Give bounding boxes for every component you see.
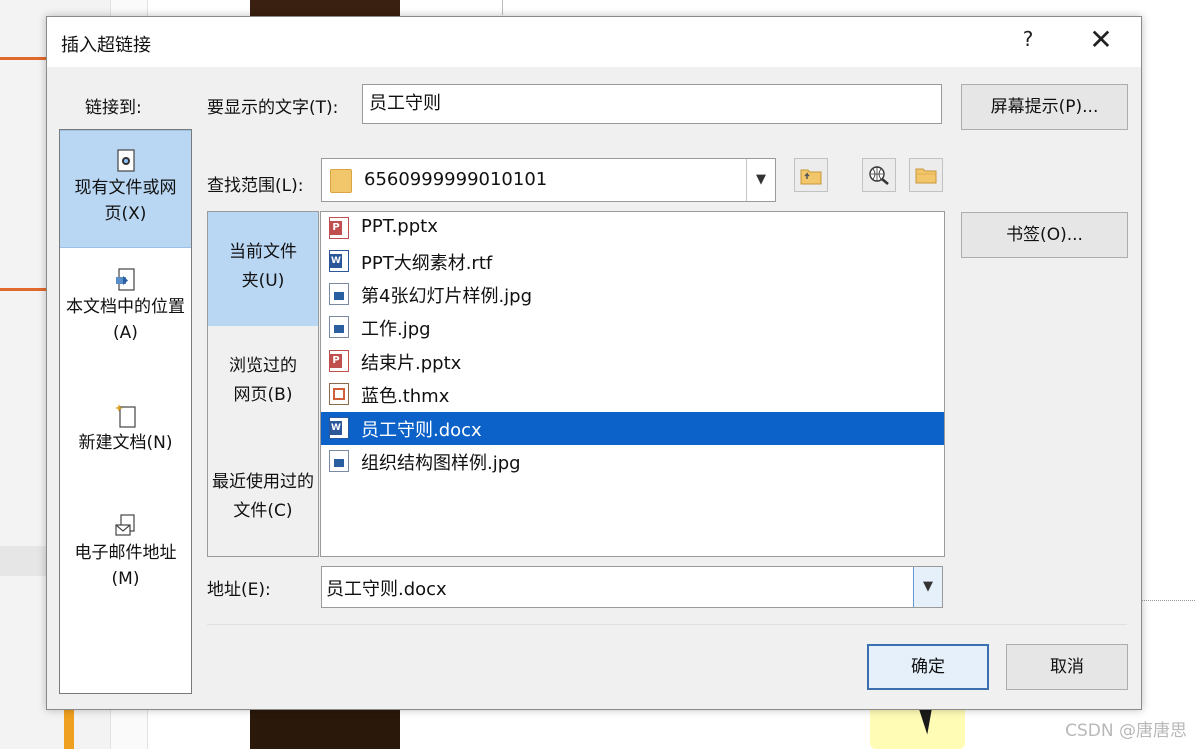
dialog-title: 插入超链接: [61, 35, 151, 56]
link-to-place-in-document[interactable]: 本文档中的位置(A): [60, 268, 191, 346]
file-item[interactable]: 组织结构图样例.jpg: [321, 445, 944, 478]
email-icon: [114, 514, 135, 536]
open-folder-icon: [915, 168, 937, 184]
existing-file-icon: [116, 149, 135, 172]
link-to-existing-file-label: 现有文件或网页(X): [74, 178, 177, 224]
new-document-icon: [114, 404, 136, 428]
word-file-icon: [329, 250, 349, 272]
image-file-icon: [329, 283, 349, 305]
file-name: PPT大纲素材.rtf: [361, 253, 493, 274]
cancel-button[interactable]: 取消: [1006, 644, 1128, 690]
file-name: PPT.pptx: [361, 216, 438, 237]
file-name: 结束片.pptx: [361, 353, 462, 374]
image-file-icon: [329, 450, 349, 472]
place-in-document-icon: [115, 268, 135, 291]
chevron-down-icon[interactable]: ▼: [746, 159, 775, 201]
image-file-icon: [329, 316, 349, 338]
address-dropdown[interactable]: 员工守则.docx ▼: [321, 566, 943, 608]
display-text-label: 要显示的文字(T):: [207, 98, 339, 118]
link-to-email[interactable]: 电子邮件地址(M): [60, 514, 191, 592]
file-item[interactable]: 工作.jpg: [321, 311, 944, 344]
look-in-label: 查找范围(L):: [207, 176, 304, 196]
slide-accent-line: [0, 288, 48, 291]
powerpoint-file-icon: [329, 217, 349, 239]
up-folder-button[interactable]: [794, 158, 828, 192]
file-name: 蓝色.thmx: [361, 386, 450, 407]
places-bar: 当前文件夹(U) 浏览过的网页(B) 最近使用过的文件(C): [207, 211, 319, 557]
word-file-icon: [329, 417, 349, 439]
place-current-folder-label: 当前文件夹(U): [229, 242, 297, 291]
up-folder-icon: [800, 169, 822, 185]
separator: [207, 624, 1127, 625]
file-item[interactable]: 蓝色.thmx: [321, 378, 944, 411]
file-item[interactable]: 第4张幻灯片样例.jpg: [321, 278, 944, 311]
link-to-new-document-label: 新建文档(N): [78, 433, 173, 453]
close-button[interactable]: ✕: [1087, 23, 1115, 57]
slide-thumbnail: [0, 546, 48, 576]
powerpoint-file-icon: [329, 350, 349, 372]
link-to-label: 链接到:: [85, 98, 142, 118]
file-name: 员工守则.docx: [361, 420, 482, 441]
look-in-dropdown[interactable]: 6560999999010101 ▼: [321, 158, 776, 202]
watermark: CSDN @唐唐思: [1065, 721, 1187, 741]
insert-hyperlink-dialog: 插入超链接 ? ✕ 链接到: 现有文件或网页(X) 本文档中的位置(A) 新建文…: [46, 16, 1142, 710]
slide-shape: [250, 705, 400, 749]
slide-guide: [502, 0, 503, 15]
file-item[interactable]: PPT.pptx: [321, 212, 944, 245]
link-to-existing-file[interactable]: 现有文件或网页(X): [60, 130, 191, 248]
chevron-down-icon[interactable]: ▼: [913, 567, 942, 607]
place-current-folder[interactable]: 当前文件夹(U): [208, 212, 318, 326]
browse-web-button[interactable]: [862, 158, 896, 192]
place-recent-files[interactable]: 最近使用过的文件(C): [208, 468, 318, 526]
help-button[interactable]: ?: [1017, 27, 1039, 55]
display-text-input[interactable]: 员工守则: [362, 84, 942, 124]
slide-accent-line: [0, 57, 48, 60]
link-to-email-label: 电子邮件地址(M): [74, 543, 177, 589]
bookmark-button[interactable]: 书签(O)...: [961, 212, 1128, 258]
browse-web-icon: [869, 166, 889, 185]
place-browsed-pages-label: 浏览过的网页(B): [229, 356, 297, 405]
file-item[interactable]: 结束片.pptx: [321, 345, 944, 378]
ok-button[interactable]: 确定: [867, 644, 989, 690]
folder-icon: [330, 169, 352, 193]
file-list[interactable]: PPT.pptx PPT大纲素材.rtf 第4张幻灯片样例.jpg 工作.jpg…: [320, 211, 945, 557]
screentip-button[interactable]: 屏幕提示(P)...: [961, 84, 1128, 130]
slide-shape: [64, 705, 74, 749]
slide-placeholder-border: [1140, 600, 1195, 601]
place-browsed-pages[interactable]: 浏览过的网页(B): [208, 352, 318, 410]
title-bar: 插入超链接 ? ✕: [47, 17, 1141, 67]
link-to-new-document[interactable]: 新建文档(N): [60, 404, 191, 456]
theme-file-icon: [329, 383, 349, 405]
place-recent-files-label: 最近使用过的文件(C): [212, 472, 314, 521]
link-to-panel: 现有文件或网页(X) 本文档中的位置(A) 新建文档(N) 电子邮件地址(M): [59, 129, 192, 694]
browse-file-button[interactable]: [909, 158, 943, 192]
file-name: 第4张幻灯片样例.jpg: [361, 286, 533, 307]
address-value: 员工守则.docx: [326, 579, 447, 600]
file-item-selected[interactable]: 员工守则.docx: [321, 412, 944, 445]
address-label: 地址(E):: [207, 580, 271, 600]
look-in-value: 6560999999010101: [364, 169, 548, 190]
file-name: 组织结构图样例.jpg: [361, 453, 521, 474]
file-name: 工作.jpg: [361, 319, 431, 340]
file-item[interactable]: PPT大纲素材.rtf: [321, 245, 944, 278]
link-to-place-label: 本文档中的位置(A): [66, 297, 185, 343]
